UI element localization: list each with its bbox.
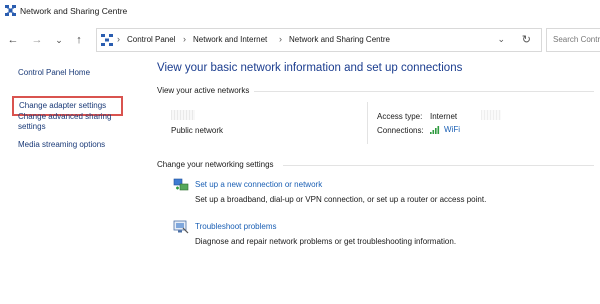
redacted-detail [481,110,501,120]
breadcrumb-separator[interactable]: › [279,34,282,44]
wifi-connection-link[interactable]: WiFi [444,125,460,134]
sidebar-item-change-advanced-sharing-settings[interactable]: Change advanced sharing settings [18,112,128,132]
back-arrow-icon[interactable]: ← [6,33,20,47]
sidebar-item-change-adapter-settings[interactable]: Change adapter settings [19,101,121,111]
breadcrumb-separator[interactable]: › [183,34,186,44]
connections-label: Connections: [377,126,424,135]
access-type-value: Internet [430,112,458,121]
section-divider [283,165,594,166]
page-title: View your basic network information and … [157,62,463,74]
network-type: Public network [171,126,224,135]
section-divider [254,91,594,92]
network-setup-icon [173,178,189,191]
setup-connection-description: Set up a broadband, dial-up or VPN conne… [195,195,487,204]
navigation-bar: ← → ⌄ ↑ › Control Panel › Network and In… [0,26,600,54]
sidebar-item-media-streaming-options[interactable]: Media streaming options [18,140,105,150]
network-sharing-app-icon [5,5,16,16]
search-placeholder: Search Contr [553,35,600,44]
breadcrumb-network-and-internet[interactable]: Network and Internet [193,35,267,44]
access-type-label: Access type: [377,112,423,121]
setup-connection-link[interactable]: Set up a new connection or network [195,180,322,189]
network-location-icon [101,34,113,46]
troubleshoot-problems-description: Diagnose and repair network problems or … [195,237,457,246]
window-title: Network and Sharing Centre [20,6,128,16]
address-dropdown-chevron-icon[interactable]: ⌄ [497,34,505,45]
sidebar-item-control-panel-home[interactable]: Control Panel Home [18,68,90,78]
recent-locations-chevron-icon[interactable]: ⌄ [52,33,66,47]
column-divider [367,102,368,144]
active-networks-title: View your active networks [157,86,250,95]
network-name-redacted [171,110,195,120]
troubleshoot-icon [173,220,189,234]
wifi-signal-icon [430,126,440,134]
title-bar: Network and Sharing Centre [0,0,600,22]
forward-arrow-icon[interactable]: → [30,33,44,47]
refresh-icon[interactable]: ↻ [522,33,531,46]
networking-settings-title: Change your networking settings [157,160,274,169]
address-bar[interactable]: › Control Panel › Network and Internet ›… [96,28,542,52]
breadcrumb-control-panel[interactable]: Control Panel [127,35,175,44]
breadcrumb-network-and-sharing-centre[interactable]: Network and Sharing Centre [289,35,390,44]
breadcrumb-separator[interactable]: › [117,34,120,44]
search-input[interactable]: Search Contr [546,28,600,52]
troubleshoot-problems-link[interactable]: Troubleshoot problems [195,222,277,231]
up-arrow-icon[interactable]: ↑ [72,33,86,47]
